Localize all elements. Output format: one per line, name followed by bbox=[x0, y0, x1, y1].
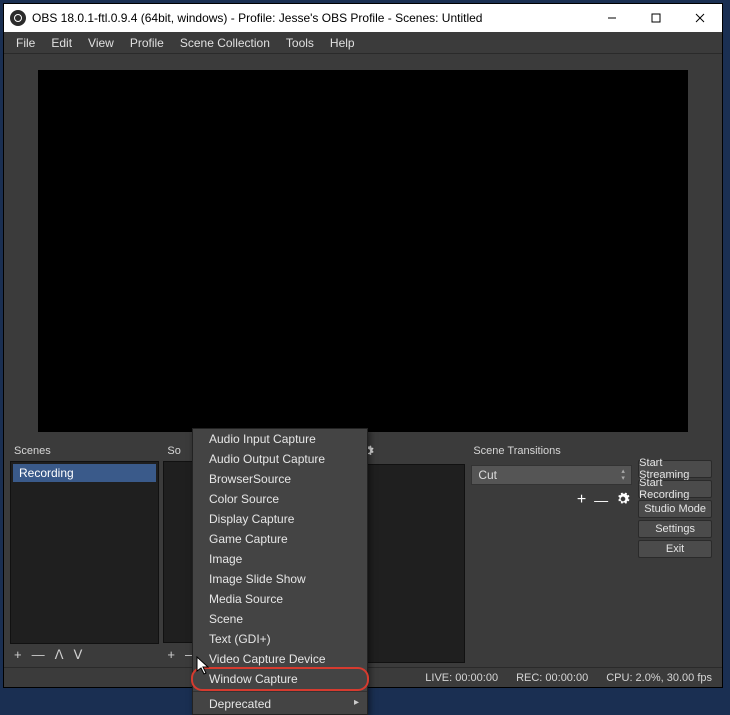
cm-media-source[interactable]: Media Source bbox=[193, 589, 367, 609]
scenes-header: Scenes bbox=[10, 442, 159, 461]
scenes-remove-button[interactable]: — bbox=[32, 648, 45, 661]
start-streaming-button[interactable]: Start Streaming bbox=[638, 460, 712, 478]
menu-edit[interactable]: Edit bbox=[43, 34, 80, 52]
close-button[interactable] bbox=[678, 4, 722, 32]
menu-file[interactable]: File bbox=[8, 34, 43, 52]
control-buttons: Start Streaming Start Recording Studio M… bbox=[638, 442, 716, 663]
exit-button[interactable]: Exit bbox=[638, 540, 712, 558]
obs-app-icon bbox=[10, 10, 26, 26]
cm-game-capture[interactable]: Game Capture bbox=[193, 529, 367, 549]
preview-area bbox=[4, 54, 722, 442]
panels-row: Scenes Recording + — ᐱ ᐯ So + — ᐱ ᐯ bbox=[4, 442, 722, 667]
transition-add-button[interactable]: + bbox=[577, 491, 586, 509]
scenes-panel: Scenes Recording + — ᐱ ᐯ bbox=[10, 442, 159, 663]
menu-profile[interactable]: Profile bbox=[122, 34, 172, 52]
transitions-panel: Scene Transitions Cut ▴▾ + — bbox=[469, 442, 634, 663]
cm-browser-source[interactable]: BrowserSource bbox=[193, 469, 367, 489]
transitions-header: Scene Transitions bbox=[469, 442, 634, 461]
preview-canvas[interactable] bbox=[38, 70, 688, 432]
cm-display-capture[interactable]: Display Capture bbox=[193, 509, 367, 529]
scenes-add-button[interactable]: + bbox=[14, 648, 22, 661]
status-cpu: CPU: 2.0%, 30.00 fps bbox=[606, 672, 712, 684]
window-title: OBS 18.0.1-ftl.0.9.4 (64bit, windows) - … bbox=[32, 11, 482, 25]
transition-row: Cut ▴▾ bbox=[469, 461, 634, 489]
transition-selected: Cut bbox=[478, 468, 497, 482]
transition-controls: + — bbox=[469, 489, 634, 515]
transition-select[interactable]: Cut ▴▾ bbox=[471, 465, 632, 485]
cm-image[interactable]: Image bbox=[193, 549, 367, 569]
status-rec: REC: 00:00:00 bbox=[516, 672, 588, 684]
scene-item[interactable]: Recording bbox=[13, 464, 156, 482]
cm-image-slide-show[interactable]: Image Slide Show bbox=[193, 569, 367, 589]
cm-separator bbox=[193, 691, 367, 692]
cm-deprecated[interactable]: Deprecated bbox=[193, 694, 367, 714]
scenes-controls: + — ᐱ ᐯ bbox=[10, 644, 159, 663]
minimize-button[interactable] bbox=[590, 4, 634, 32]
transition-remove-button[interactable]: — bbox=[594, 492, 608, 508]
menubar: File Edit View Profile Scene Collection … bbox=[4, 32, 722, 54]
menu-tools[interactable]: Tools bbox=[278, 34, 322, 52]
titlebar: OBS 18.0.1-ftl.0.9.4 (64bit, windows) - … bbox=[4, 4, 722, 32]
cm-scene[interactable]: Scene bbox=[193, 609, 367, 629]
spinner-icon[interactable]: ▴▾ bbox=[617, 467, 629, 483]
cm-video-capture-device[interactable]: Video Capture Device bbox=[193, 649, 367, 669]
start-recording-button[interactable]: Start Recording bbox=[638, 480, 712, 498]
add-source-context-menu: Audio Input Capture Audio Output Capture… bbox=[192, 428, 368, 715]
sources-add-button[interactable]: + bbox=[167, 648, 175, 661]
studio-mode-button[interactable]: Studio Mode bbox=[638, 500, 712, 518]
scenes-up-button[interactable]: ᐱ bbox=[55, 648, 64, 661]
cm-color-source[interactable]: Color Source bbox=[193, 489, 367, 509]
scenes-down-button[interactable]: ᐯ bbox=[74, 648, 83, 661]
settings-button[interactable]: Settings bbox=[638, 520, 712, 538]
transition-gear-button[interactable] bbox=[616, 492, 630, 509]
scenes-list[interactable]: Recording bbox=[10, 461, 159, 644]
status-live: LIVE: 00:00:00 bbox=[425, 672, 498, 684]
obs-window: OBS 18.0.1-ftl.0.9.4 (64bit, windows) - … bbox=[3, 3, 723, 688]
menu-help[interactable]: Help bbox=[322, 34, 363, 52]
menu-scene-collection[interactable]: Scene Collection bbox=[172, 34, 278, 52]
cm-audio-output-capture[interactable]: Audio Output Capture bbox=[193, 449, 367, 469]
maximize-button[interactable] bbox=[634, 4, 678, 32]
cm-window-capture[interactable]: Window Capture bbox=[193, 669, 367, 689]
cm-audio-input-capture[interactable]: Audio Input Capture bbox=[193, 429, 367, 449]
menu-view[interactable]: View bbox=[80, 34, 122, 52]
cm-text-gdi[interactable]: Text (GDI+) bbox=[193, 629, 367, 649]
